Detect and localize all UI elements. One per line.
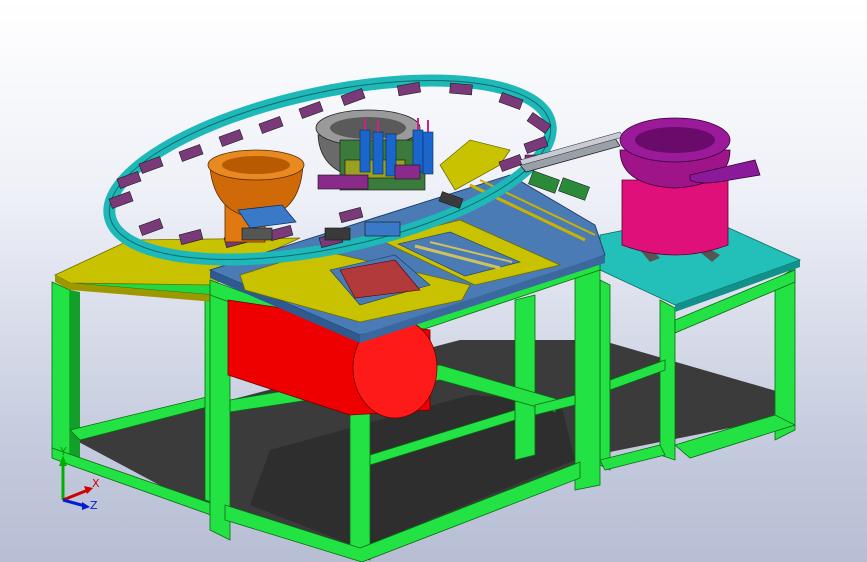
axis-y-label: Y <box>59 445 67 458</box>
cad-viewport[interactable]: Y X Z <box>0 0 867 562</box>
machine-model[interactable]: Y X Z <box>0 0 867 562</box>
track-clamp <box>241 227 273 241</box>
axis-z-label: Z <box>90 499 98 512</box>
axis-x-label: X <box>92 477 100 490</box>
